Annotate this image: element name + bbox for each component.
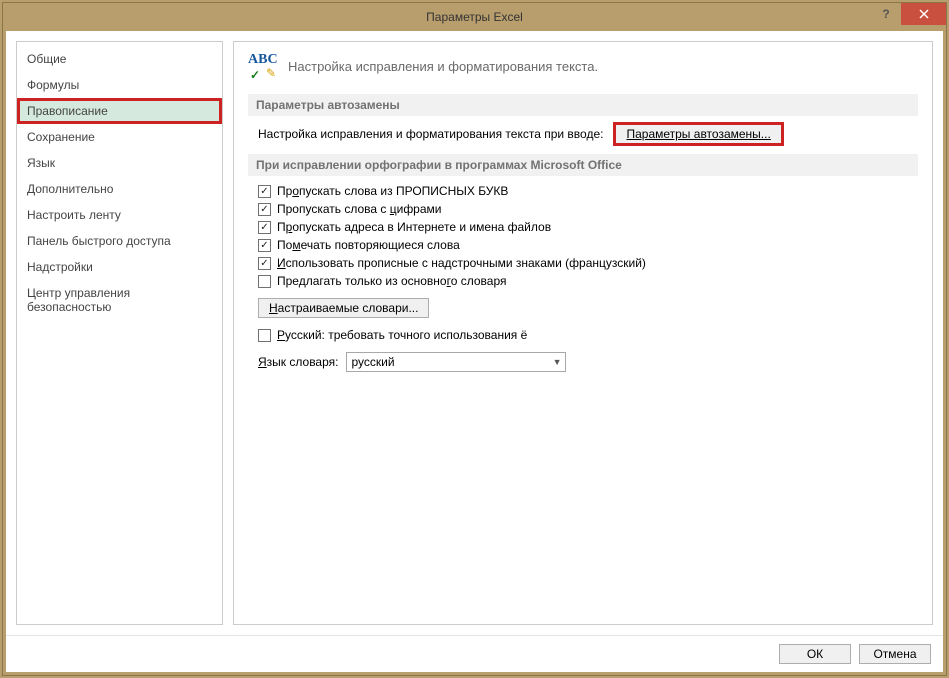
sidebar-item-customize-ribbon[interactable]: Настроить ленту xyxy=(17,202,222,228)
sidebar-item-proofing[interactable]: Правописание xyxy=(17,98,222,124)
opt-ignore-numbers[interactable]: Пропускать слова с цифрами xyxy=(258,202,918,216)
content-pane: ABC ✓ ✎ Настройка исправления и форматир… xyxy=(233,41,933,625)
checkbox-icon[interactable] xyxy=(258,239,271,252)
checkbox-icon[interactable] xyxy=(258,329,271,342)
sidebar: Общие Формулы Правописание Сохранение Яз… xyxy=(16,41,223,625)
opt-ignore-uppercase[interactable]: Пропускать слова из ПРОПИСНЫХ БУКВ xyxy=(258,184,918,198)
dialog-window: Параметры Excel ? Общие Формулы Правопис… xyxy=(2,2,947,676)
autocorrect-label: Настройка исправления и форматирования т… xyxy=(258,127,603,141)
sidebar-item-language[interactable]: Язык xyxy=(17,150,222,176)
checkbox-icon[interactable] xyxy=(258,203,271,216)
autocorrect-options-button[interactable]: Параметры автозамены... xyxy=(615,124,781,144)
opt-french-accents[interactable]: Использовать прописные с надстрочными зн… xyxy=(258,256,918,270)
sidebar-item-quick-access[interactable]: Панель быстрого доступа xyxy=(17,228,222,254)
dictionary-language-label: Язык словаря: xyxy=(258,355,338,369)
page-subtitle: Настройка исправления и форматирования т… xyxy=(288,59,598,74)
sidebar-item-advanced[interactable]: Дополнительно xyxy=(17,176,222,202)
checkbox-icon[interactable] xyxy=(258,221,271,234)
page-header: ABC ✓ ✎ Настройка исправления и форматир… xyxy=(248,52,918,80)
dialog-footer: ОК Отмена xyxy=(6,635,943,672)
window-title: Параметры Excel xyxy=(3,10,946,24)
custom-dictionaries-button[interactable]: Настраиваемые словари... xyxy=(258,298,429,318)
cancel-button[interactable]: Отмена xyxy=(859,644,931,664)
checkbox-icon[interactable] xyxy=(258,275,271,288)
opt-main-dictionary-only[interactable]: Предлагать только из основного словаря xyxy=(258,274,918,288)
chevron-down-icon: ▼ xyxy=(553,357,562,367)
titlebar: Параметры Excel ? xyxy=(3,3,946,31)
checkbox-icon[interactable] xyxy=(258,257,271,270)
opt-flag-repeated[interactable]: Помечать повторяющиеся слова xyxy=(258,238,918,252)
opt-russian-yo[interactable]: Русский: требовать точного использования… xyxy=(258,328,918,342)
sidebar-item-formulas[interactable]: Формулы xyxy=(17,72,222,98)
section-spelling-heading: При исправлении орфографии в программах … xyxy=(248,154,918,176)
sidebar-item-trust-center[interactable]: Центр управления безопасностью xyxy=(17,280,222,320)
close-button[interactable] xyxy=(901,3,946,25)
sidebar-item-addins[interactable]: Надстройки xyxy=(17,254,222,280)
close-icon xyxy=(919,9,929,19)
autocorrect-row: Настройка исправления и форматирования т… xyxy=(258,124,918,144)
spellcheck-icon: ABC ✓ ✎ xyxy=(248,52,278,80)
spelling-options: Пропускать слова из ПРОПИСНЫХ БУКВ Пропу… xyxy=(258,184,918,372)
client-area: Общие Формулы Правописание Сохранение Яз… xyxy=(6,31,943,672)
ok-button[interactable]: ОК xyxy=(779,644,851,664)
opt-ignore-internet[interactable]: Пропускать адреса в Интернете и имена фа… xyxy=(258,220,918,234)
section-autocorrect-heading: Параметры автозамены xyxy=(248,94,918,116)
dropdown-value: русский xyxy=(351,355,394,369)
window-controls: ? xyxy=(871,3,946,25)
sidebar-item-save[interactable]: Сохранение xyxy=(17,124,222,150)
checkbox-icon[interactable] xyxy=(258,185,271,198)
dictionary-language-dropdown[interactable]: русский ▼ xyxy=(346,352,566,372)
help-button[interactable]: ? xyxy=(871,3,901,25)
dictionary-language-row: Язык словаря: русский ▼ xyxy=(258,352,918,372)
sidebar-item-general[interactable]: Общие xyxy=(17,46,222,72)
main-area: Общие Формулы Правописание Сохранение Яз… xyxy=(6,31,943,635)
